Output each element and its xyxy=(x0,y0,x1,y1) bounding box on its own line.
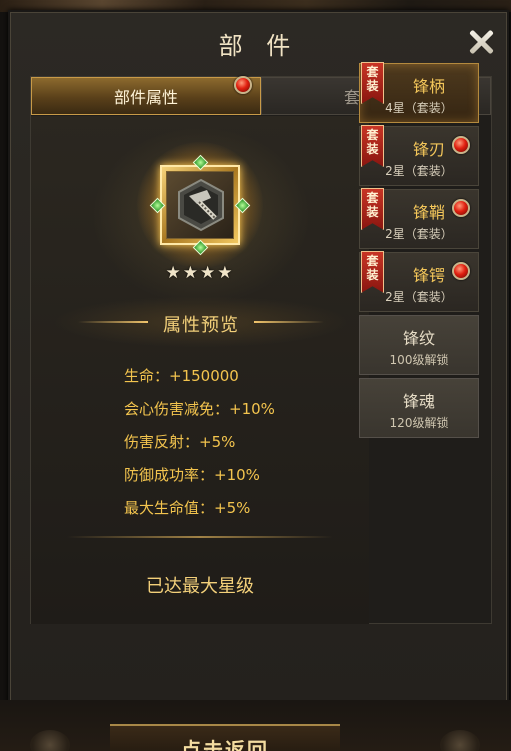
alert-dot-icon xyxy=(452,136,470,154)
attribute-row: 防御成功率：+10% xyxy=(124,466,260,484)
attribute-pane: ★★★★ 属性预览 生命：+150000 会心伤害减免：+10% 伤害反射：+5… xyxy=(31,116,369,624)
unlock-requirement: 120级解锁 xyxy=(389,416,449,430)
decor-ornament xyxy=(440,730,480,751)
decor-ornament xyxy=(30,730,70,751)
attribute-row: 伤害反射：+5% xyxy=(124,433,236,451)
part-item-guard[interactable]: 套装 锋锷 2星（套装） xyxy=(359,251,479,312)
unlock-requirement: 100级解锁 xyxy=(389,353,449,367)
alert-dot-icon xyxy=(234,76,252,94)
part-item-sheath[interactable]: 套装 锋鞘 2星（套装） xyxy=(359,188,479,249)
part-star-level: 2星（套装） xyxy=(385,290,453,304)
part-item-soul-locked[interactable]: 锋魂 120级解锁 xyxy=(359,378,479,438)
part-item-hilt[interactable]: 套装 锋柄 4星（套装） xyxy=(359,62,479,123)
part-name: 锋纹 xyxy=(402,329,435,348)
ornament-line xyxy=(254,321,324,323)
part-star-level: 4星（套装） xyxy=(385,101,453,115)
part-star-level: 2星（套装） xyxy=(385,164,453,178)
close-icon[interactable] xyxy=(467,28,495,56)
preview-title: 属性预览 xyxy=(163,315,239,336)
back-button-label: 点击返回 xyxy=(181,738,269,751)
hammer-emblem-icon xyxy=(166,171,234,239)
tab-label: 部件属性 xyxy=(113,88,178,107)
part-item-pattern-locked[interactable]: 锋纹 100级解锁 xyxy=(359,315,479,375)
tab-part-attributes[interactable]: 部件属性 xyxy=(31,76,261,115)
back-button[interactable]: 点击返回 xyxy=(110,724,340,751)
alert-dot-icon xyxy=(452,199,470,217)
set-badge: 套装 xyxy=(361,251,384,293)
set-badge: 套装 xyxy=(361,125,384,167)
divider xyxy=(67,536,333,538)
parts-panel: 部 件 部件属性 套装属性 xyxy=(8,10,509,706)
attribute-row: 最大生命值：+5% xyxy=(124,499,251,517)
part-emblem xyxy=(137,142,263,268)
set-badge: 套装 xyxy=(361,188,384,230)
part-item-blade[interactable]: 套装 锋刃 2星（套装） xyxy=(359,125,479,186)
part-name: 锋柄 xyxy=(412,77,445,96)
star-rating: ★★★★ xyxy=(165,263,235,283)
alert-dot-icon xyxy=(452,262,470,280)
part-name: 锋魂 xyxy=(402,392,435,411)
part-star-level: 2星（套装） xyxy=(385,227,453,241)
attribute-row: 会心伤害减免：+10% xyxy=(124,400,275,418)
panel-title: 部 件 xyxy=(218,32,299,60)
max-star-status: 已达最大星级 xyxy=(146,576,254,597)
attribute-list: 生命：+150000 会心伤害减免：+10% 伤害反射：+5% 防御成功率：+1… xyxy=(124,365,275,530)
set-badge: 套装 xyxy=(361,62,384,104)
attribute-row: 生命：+150000 xyxy=(124,367,239,385)
preview-header: 属性预览 xyxy=(53,296,349,348)
